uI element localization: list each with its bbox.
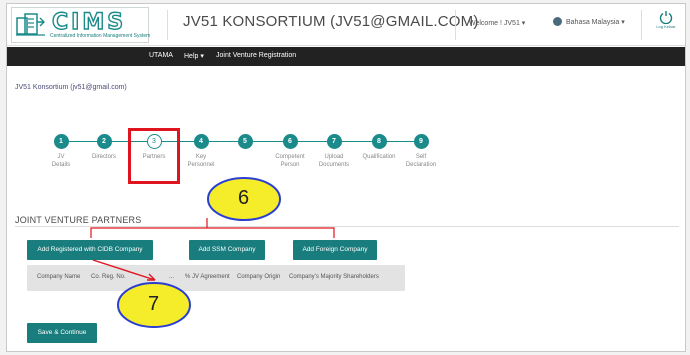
header-divider [641, 10, 642, 40]
step-9[interactable]: 9 Self Declaration [401, 134, 441, 169]
highlight-box-partners [128, 128, 180, 184]
step-label-line1: Upload [324, 154, 344, 160]
callout-number-7: 7 [148, 293, 160, 315]
header: CIMS Centralized Information Management … [7, 4, 685, 46]
main-navbar: UTAMA Help ▾ Joint Venture Registration [7, 47, 685, 66]
step-4[interactable]: 4 Key Personnel [181, 134, 221, 169]
nav-item-help[interactable]: Help ▾ [184, 52, 204, 60]
step-label-line2: Documents [318, 162, 350, 168]
column-header-shareholders: Company's Majority Shareholders [289, 274, 379, 280]
step-2[interactable]: 2 Directors [84, 134, 124, 161]
app-title: JV51 KONSORTIUM (JV51@GMAIL.COM) [183, 13, 479, 30]
column-header-hidden: ... [169, 274, 175, 280]
globe-icon [553, 17, 562, 26]
nav-item-jv-registration[interactable]: Joint Venture Registration [216, 52, 296, 59]
save-continue-button[interactable]: Save & Continue [27, 323, 97, 343]
header-divider [167, 10, 168, 40]
logout-button[interactable]: Log Keluar [653, 10, 679, 29]
header-divider [455, 10, 456, 40]
step-label: Key Personnel [181, 153, 221, 169]
logo-text: CIMS [51, 9, 127, 35]
step-label-line2: Person [280, 162, 300, 168]
step-label: Upload Documents [314, 153, 354, 169]
column-header-jv-agreement: % JV Agreement [185, 274, 230, 280]
callout-number-6: 6 [238, 187, 250, 209]
step-label: Competent Person [270, 153, 310, 169]
step-5[interactable]: 5 [225, 134, 265, 153]
step-label-line2: Details [51, 162, 71, 168]
step-label-line1: Self [415, 154, 427, 160]
power-icon [659, 11, 673, 24]
step-label: Qualification [359, 153, 399, 161]
step-label: Self Declaration [401, 153, 441, 169]
app-window: CIMS Centralized Information Management … [6, 3, 686, 352]
cims-logo[interactable]: CIMS Centralized Information Management … [11, 7, 151, 43]
building-icon [16, 13, 45, 36]
add-foreign-company-button[interactable]: Add Foreign Company [293, 240, 377, 260]
step-6[interactable]: 6 Competent Person [270, 134, 310, 169]
breadcrumb: JV51 Konsortium (jv51@gmail.com) [15, 84, 127, 91]
step-number-badge: 1 [53, 134, 69, 149]
nav-item-utama[interactable]: UTAMA [149, 52, 173, 59]
language-label: Bahasa Malaysia ▾ [566, 18, 625, 26]
step-label-line1: JV [57, 154, 65, 160]
step-number-badge: 5 [237, 134, 253, 149]
step-label: JV Details [41, 153, 81, 169]
step-number-badge: 7 [326, 134, 342, 149]
add-ssm-company-button[interactable]: Add SSM Company [189, 240, 265, 260]
step-number-badge: 9 [413, 134, 429, 149]
step-label-line1: Key [195, 154, 207, 160]
step-label-line1: Directors [91, 154, 116, 160]
partners-table-header: Company Name Co. Reg. No. ... % JV Agree… [27, 265, 405, 291]
step-label-line2: Personnel [187, 162, 215, 168]
column-header-company-name: Company Name [37, 274, 81, 280]
logo-subtitle: Centralized Information Management Syste… [50, 33, 151, 39]
step-1[interactable]: 1 JV Details [41, 134, 81, 169]
step-label: Directors [84, 153, 124, 161]
step-8[interactable]: 8 Qualification [359, 134, 399, 161]
step-number-badge: 8 [371, 134, 387, 149]
user-menu[interactable]: Welcome ! JV51 ▾ [469, 19, 525, 27]
step-label-line1: Competent [275, 154, 305, 160]
step-label-line1: Qualification [362, 154, 396, 160]
registration-stepper: 1 JV Details 2 Directors 3 Partners 4 Key Personn… [7, 134, 685, 184]
step-number-badge: 6 [282, 134, 298, 149]
add-cidb-company-button[interactable]: Add Registered with CIDB Company [27, 240, 153, 260]
column-header-company-origin: Company Origin [237, 274, 281, 280]
logout-label: Log Keluar [656, 24, 676, 29]
language-selector[interactable]: Bahasa Malaysia ▾ [553, 17, 625, 26]
step-7[interactable]: 7 Upload Documents [314, 134, 354, 169]
column-header-reg-no: Co. Reg. No. [91, 274, 126, 280]
section-divider [15, 226, 679, 227]
bracket-line [90, 227, 335, 238]
step-number-badge: 2 [96, 134, 112, 149]
step-number-badge: 4 [193, 134, 209, 149]
step-label-line2: Declaration [405, 162, 437, 168]
section-title: JOINT VENTURE PARTNERS [15, 215, 142, 225]
